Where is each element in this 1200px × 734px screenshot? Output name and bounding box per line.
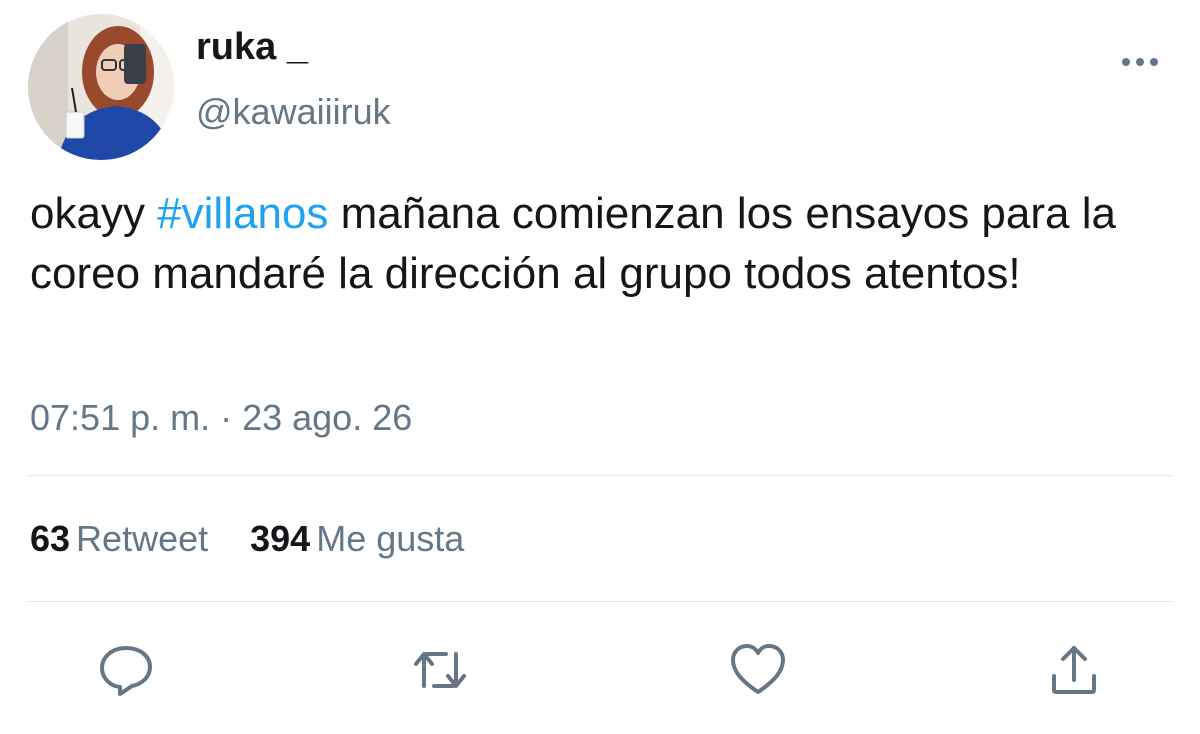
display-name[interactable]: ruka _ [196,22,308,72]
reply-icon [100,646,152,696]
retweet-label: Retweet [76,518,209,559]
like-stat[interactable]: 394 Me gusta [250,515,464,563]
divider-top [28,475,1172,476]
hashtag-link[interactable]: #villanos [157,189,328,238]
more-icon [1122,58,1158,66]
like-label: Me gusta [316,518,465,559]
like-button[interactable] [728,640,788,700]
like-count: 394 [250,518,311,559]
tweet-timestamp[interactable]: 07:51 p. m. · 23 ago. 26 [30,394,412,442]
reply-button[interactable] [96,640,156,700]
retweet-count: 63 [30,518,71,559]
heart-icon [731,644,785,694]
share-button[interactable] [1044,640,1104,700]
tweet-stats: 63 Retweet 394 Me gusta [30,515,496,563]
share-icon [1052,646,1096,694]
tweet-text-start: okayy [30,189,158,238]
retweet-button[interactable] [410,640,470,700]
divider-bottom [28,601,1172,602]
more-options-button[interactable] [1112,44,1168,80]
retweet-icon [414,652,466,688]
avatar-image [28,14,174,160]
user-handle[interactable]: @kawaiiiruk [196,88,391,136]
tweet-text: okayy #villanos mañana comienzan los ens… [30,184,1180,304]
avatar[interactable] [28,14,174,160]
retweet-stat[interactable]: 63 Retweet [30,515,208,563]
